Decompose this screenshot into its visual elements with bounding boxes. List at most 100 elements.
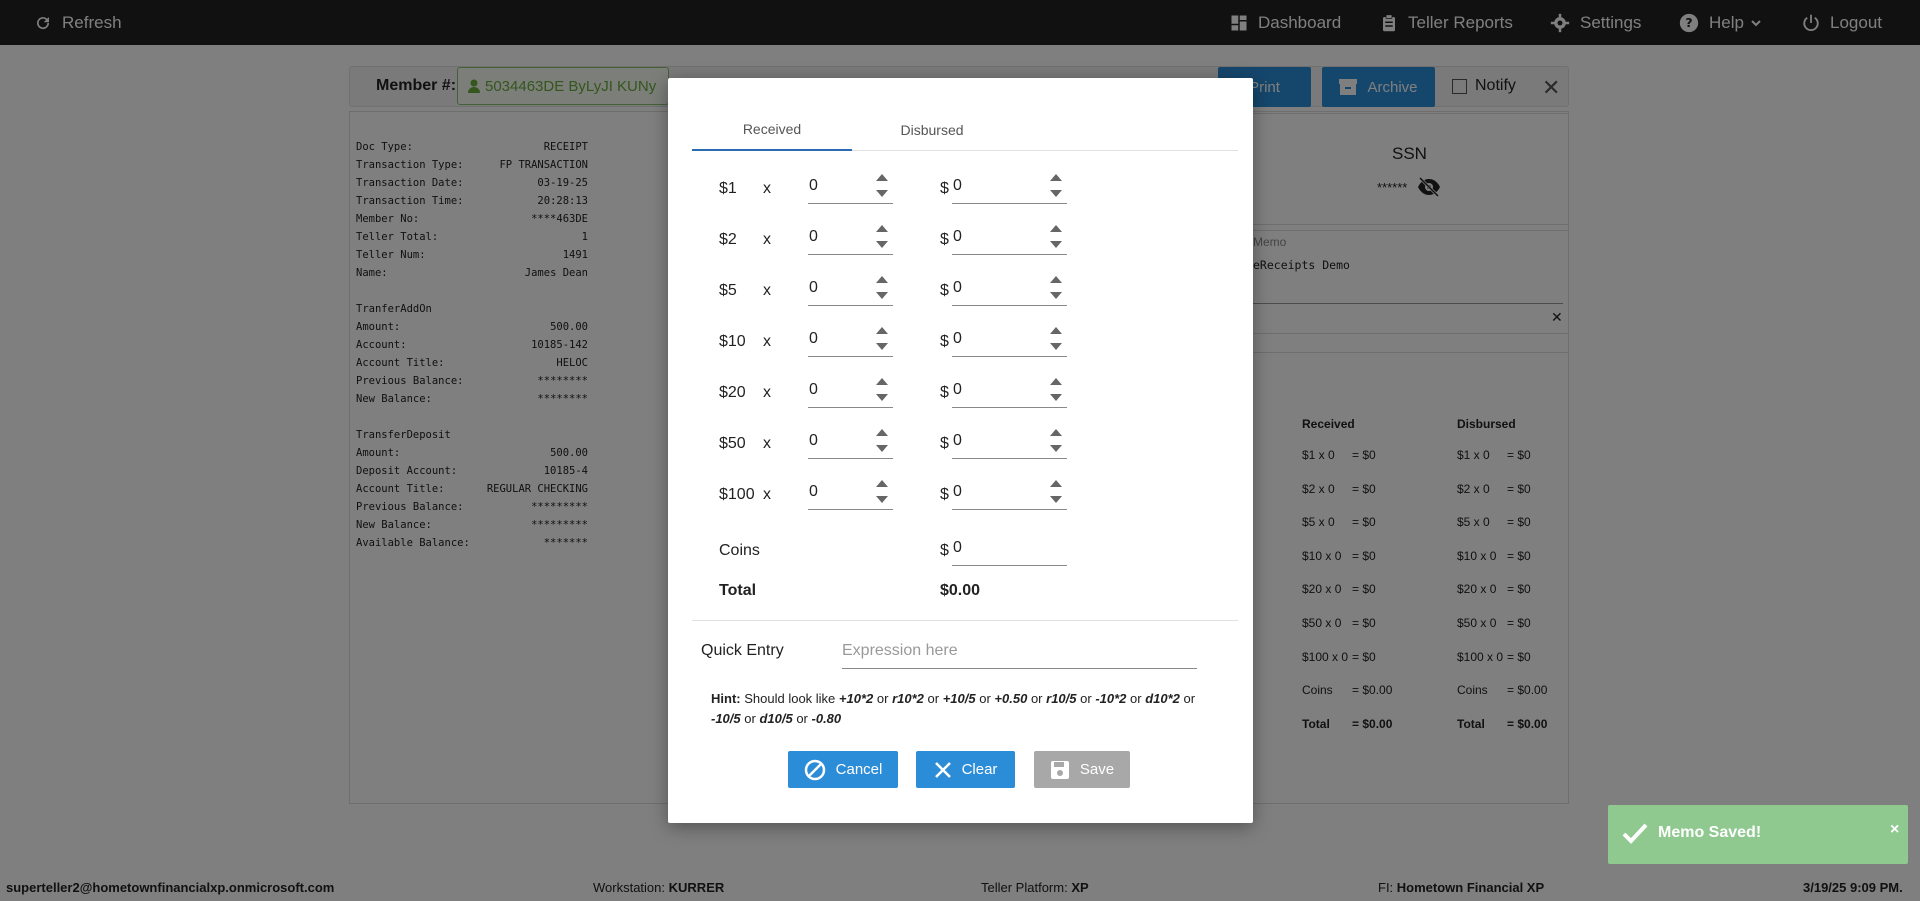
denomination-label: $5: [719, 282, 737, 299]
times-sign: x: [763, 282, 771, 299]
clear-button[interactable]: Clear: [916, 751, 1015, 788]
toast-notification: Memo Saved! ×: [1608, 805, 1908, 864]
arrow-up-icon[interactable]: [876, 378, 888, 385]
amount-value: 0: [953, 381, 962, 398]
quick-entry-input[interactable]: Expression here: [842, 634, 1197, 669]
hint-example: r10/5: [1046, 691, 1077, 706]
amount-value: 0: [953, 228, 962, 245]
arrow-down-icon[interactable]: [1050, 292, 1062, 299]
hint-intro: Should look like: [744, 691, 836, 706]
toast-message: Memo Saved!: [1658, 824, 1762, 841]
count-input[interactable]: 0: [808, 219, 893, 255]
arrow-up-icon[interactable]: [876, 225, 888, 232]
amount-value: 0: [953, 330, 962, 347]
count-input[interactable]: 0: [808, 270, 893, 306]
arrow-down-icon[interactable]: [876, 241, 888, 248]
arrow-down-icon[interactable]: [1050, 394, 1062, 401]
arrow-up-icon[interactable]: [876, 480, 888, 487]
arrow-down-icon[interactable]: [876, 394, 888, 401]
amount-stepper[interactable]: [1049, 425, 1063, 457]
denomination-label: $1: [719, 180, 737, 197]
amount-input[interactable]: 0: [952, 474, 1067, 510]
amount-stepper[interactable]: [1049, 272, 1063, 304]
denomination-row: $100 x 0 $0: [668, 468, 1253, 519]
hint-example: d10*2: [1145, 691, 1180, 706]
amount-input[interactable]: 0: [952, 219, 1067, 255]
tab-received[interactable]: Received: [692, 108, 852, 151]
denomination-row: $10 x 0 $0: [668, 315, 1253, 366]
ban-icon: [804, 759, 825, 780]
count-value: 0: [809, 279, 818, 296]
dollar-sign: $: [940, 333, 949, 350]
arrow-down-icon[interactable]: [1050, 343, 1062, 350]
hint-or: or: [927, 691, 940, 706]
arrow-down-icon[interactable]: [1050, 496, 1062, 503]
arrow-up-icon[interactable]: [1050, 276, 1062, 283]
quick-entry-label: Quick Entry: [701, 642, 784, 659]
arrow-down-icon[interactable]: [1050, 445, 1062, 452]
toast-close-icon[interactable]: ×: [1890, 821, 1899, 839]
dollar-sign: $: [940, 435, 949, 452]
arrow-down-icon[interactable]: [876, 343, 888, 350]
hint-or: or: [1080, 691, 1092, 706]
times-sign: x: [763, 384, 771, 401]
count-stepper[interactable]: [875, 476, 889, 508]
hint-text: Hint: Should look like +10*2 or r10*2 or…: [711, 689, 1211, 729]
tab-disbursed[interactable]: Disbursed: [852, 108, 1012, 151]
count-input[interactable]: 0: [808, 423, 893, 459]
amount-input[interactable]: 0: [952, 168, 1067, 204]
amount-input[interactable]: 0: [952, 321, 1067, 357]
count-input[interactable]: 0: [808, 168, 893, 204]
count-stepper[interactable]: [875, 170, 889, 202]
clear-label: Clear: [961, 761, 998, 778]
amount-stepper[interactable]: [1049, 476, 1063, 508]
arrow-down-icon[interactable]: [876, 292, 888, 299]
arrow-up-icon[interactable]: [876, 174, 888, 181]
count-stepper[interactable]: [875, 425, 889, 457]
close-icon: [934, 761, 951, 778]
dollar-sign: $: [940, 384, 949, 401]
amount-stepper[interactable]: [1049, 374, 1063, 406]
arrow-up-icon[interactable]: [1050, 378, 1062, 385]
count-input[interactable]: 0: [808, 321, 893, 357]
coins-amount-input[interactable]: 0: [952, 530, 1067, 566]
amount-stepper[interactable]: [1049, 221, 1063, 253]
amount-stepper[interactable]: [1049, 323, 1063, 355]
count-input[interactable]: 0: [808, 474, 893, 510]
cancel-button[interactable]: Cancel: [788, 751, 898, 788]
dialog-tabs: Received Disbursed: [692, 108, 1238, 151]
arrow-up-icon[interactable]: [1050, 225, 1062, 232]
divider: [692, 620, 1238, 621]
arrow-down-icon[interactable]: [1050, 241, 1062, 248]
count-stepper[interactable]: [875, 221, 889, 253]
amount-input[interactable]: 0: [952, 270, 1067, 306]
arrow-up-icon[interactable]: [1050, 480, 1062, 487]
count-input[interactable]: 0: [808, 372, 893, 408]
arrow-up-icon[interactable]: [1050, 174, 1062, 181]
amount-input[interactable]: 0: [952, 372, 1067, 408]
denomination-label: $100: [719, 486, 755, 503]
arrow-up-icon[interactable]: [876, 429, 888, 436]
hint-or: or: [979, 691, 991, 706]
amount-stepper[interactable]: [1049, 170, 1063, 202]
save-button[interactable]: Save: [1034, 751, 1130, 788]
dollar-sign: $: [940, 180, 949, 197]
count-stepper[interactable]: [875, 323, 889, 355]
arrow-up-icon[interactable]: [1050, 327, 1062, 334]
hint-or: or: [796, 711, 808, 726]
arrow-up-icon[interactable]: [876, 276, 888, 283]
denomination-row: $2 x 0 $0: [668, 213, 1253, 264]
arrow-down-icon[interactable]: [876, 190, 888, 197]
count-stepper[interactable]: [875, 272, 889, 304]
arrow-down-icon[interactable]: [876, 445, 888, 452]
arrow-up-icon[interactable]: [876, 327, 888, 334]
amount-input[interactable]: 0: [952, 423, 1067, 459]
dollar-sign: $: [940, 231, 949, 248]
arrow-down-icon[interactable]: [1050, 190, 1062, 197]
count-stepper[interactable]: [875, 374, 889, 406]
count-value: 0: [809, 381, 818, 398]
cash-count-dialog: Received Disbursed $1 x 0 $0 $2 x 0 $0 $5 x 0 $0 $10…: [668, 78, 1253, 823]
arrow-up-icon[interactable]: [1050, 429, 1062, 436]
count-value: 0: [809, 228, 818, 245]
arrow-down-icon[interactable]: [876, 496, 888, 503]
